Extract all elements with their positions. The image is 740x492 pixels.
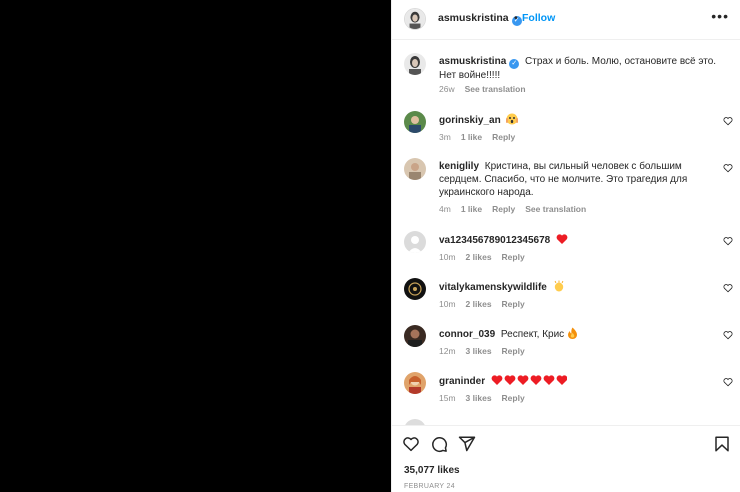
comment-username[interactable]: gorinskiy_an <box>439 115 501 126</box>
post-media <box>0 0 391 492</box>
caption-time: 26w <box>439 84 455 94</box>
reply-button[interactable]: Reply <box>502 346 525 356</box>
commenter-avatar[interactable] <box>404 158 426 180</box>
comment-likes[interactable]: 2 likes <box>466 252 492 262</box>
comment-time: 4m <box>439 204 451 214</box>
comment-username[interactable]: vitalykamenskywildlife <box>439 282 547 293</box>
scream-emoji-icon <box>506 113 519 129</box>
post-panel: asmuskristina ✓ • Follow ••• asmuskristin… <box>391 0 740 492</box>
verified-badge-icon: ✓ <box>509 59 520 69</box>
see-translation-link[interactable]: See translation <box>465 84 526 94</box>
comment-text: va12345678901234567​8 <box>439 233 719 249</box>
commenter-avatar[interactable] <box>404 325 426 347</box>
caption-meta: 26w See translation <box>439 84 536 94</box>
caption-username[interactable]: asmuskristina ✓ <box>439 56 520 69</box>
like-comment-heart-icon[interactable] <box>723 330 733 340</box>
comment-text: connor_039 Респект, Крис <box>439 327 719 343</box>
comment-likes[interactable]: 3 likes <box>466 346 492 356</box>
reply-button[interactable]: Reply <box>502 299 525 309</box>
post-date: FEBRUARY 24 <box>404 483 455 490</box>
header-separator: • <box>514 12 518 24</box>
comment-time: 12m <box>439 346 456 356</box>
comment-username[interactable]: connor_039 <box>439 329 495 340</box>
caption-text: asmuskristina ✓ Страх и боль. Молю, остан… <box>439 56 717 81</box>
red-heart-icon <box>556 233 568 249</box>
comment-likes[interactable]: 1 like <box>461 132 482 142</box>
comment-body: Респект, Крис <box>500 329 565 340</box>
comment-time: 15m <box>439 393 456 403</box>
share-send-icon[interactable] <box>458 435 476 453</box>
comment-username[interactable]: va12345678901234567​8 <box>439 235 550 246</box>
comment-likes[interactable]: 2 likes <box>466 299 492 309</box>
comment-username[interactable]: graninder <box>439 376 485 387</box>
six-red-hearts-icon <box>491 374 568 390</box>
like-comment-heart-icon[interactable] <box>723 283 733 293</box>
comment-text: graninder <box>439 374 719 390</box>
comment-meta: 10m 2 likes Reply <box>439 299 535 309</box>
comments-list[interactable]: asmuskristina ✓ Страх и боль. Молю, остан… <box>392 41 740 425</box>
comment-username[interactable]: keniglily <box>439 161 479 172</box>
like-heart-icon[interactable] <box>402 435 420 453</box>
comment-likes[interactable]: 1 like <box>461 204 482 214</box>
post-actions: 35,077 likes FEBRUARY 24 <box>392 425 740 492</box>
comment-meta: 4m 1 like Reply See translation <box>439 204 596 214</box>
reply-button[interactable]: Reply <box>492 132 515 142</box>
like-comment-heart-icon[interactable] <box>723 163 733 173</box>
comment-icon[interactable] <box>430 435 448 453</box>
commenter-avatar[interactable] <box>404 231 426 253</box>
comment-meta: 3m 1 like Reply <box>439 132 525 142</box>
comment-meta: 10m 2 likes Reply <box>439 252 535 262</box>
reply-button[interactable]: Reply <box>502 393 525 403</box>
comment-text: gorinskiy_an <box>439 113 719 129</box>
follow-button[interactable]: Follow <box>522 12 555 24</box>
likes-count[interactable]: 35,077 likes <box>404 465 460 476</box>
author-avatar[interactable] <box>404 53 426 75</box>
comment-likes[interactable]: 3 likes <box>466 393 492 403</box>
author-username[interactable]: asmuskristina ✓ <box>438 12 522 26</box>
bookmark-save-icon[interactable] <box>713 435 731 453</box>
commenter-avatar[interactable] <box>404 111 426 133</box>
reply-button[interactable]: Reply <box>502 252 525 262</box>
comment-meta: 12m 3 likes Reply <box>439 346 535 356</box>
comment-time: 10m <box>439 252 456 262</box>
clap-emoji-icon <box>553 280 565 296</box>
commenter-avatar[interactable] <box>404 278 426 300</box>
like-comment-heart-icon[interactable] <box>723 377 733 387</box>
author-avatar[interactable] <box>404 8 426 30</box>
like-comment-heart-icon[interactable] <box>723 236 733 246</box>
commenter-avatar[interactable] <box>404 372 426 394</box>
reply-button[interactable]: Reply <box>492 204 515 214</box>
comment-text: keniglily Кристина, вы сильный человек с… <box>439 160 719 199</box>
like-comment-heart-icon[interactable] <box>723 116 733 126</box>
comment-time: 10m <box>439 299 456 309</box>
comment-time: 3m <box>439 132 451 142</box>
fire-emoji-icon <box>567 327 578 343</box>
see-translation-link[interactable]: See translation <box>525 204 586 214</box>
comment-text: vitalykamenskywildlife <box>439 280 719 296</box>
more-horizontal-icon[interactable]: ••• <box>711 8 729 24</box>
post-header: asmuskristina ✓ • Follow ••• <box>392 0 740 40</box>
comment-meta: 15m 3 likes Reply <box>439 393 535 403</box>
